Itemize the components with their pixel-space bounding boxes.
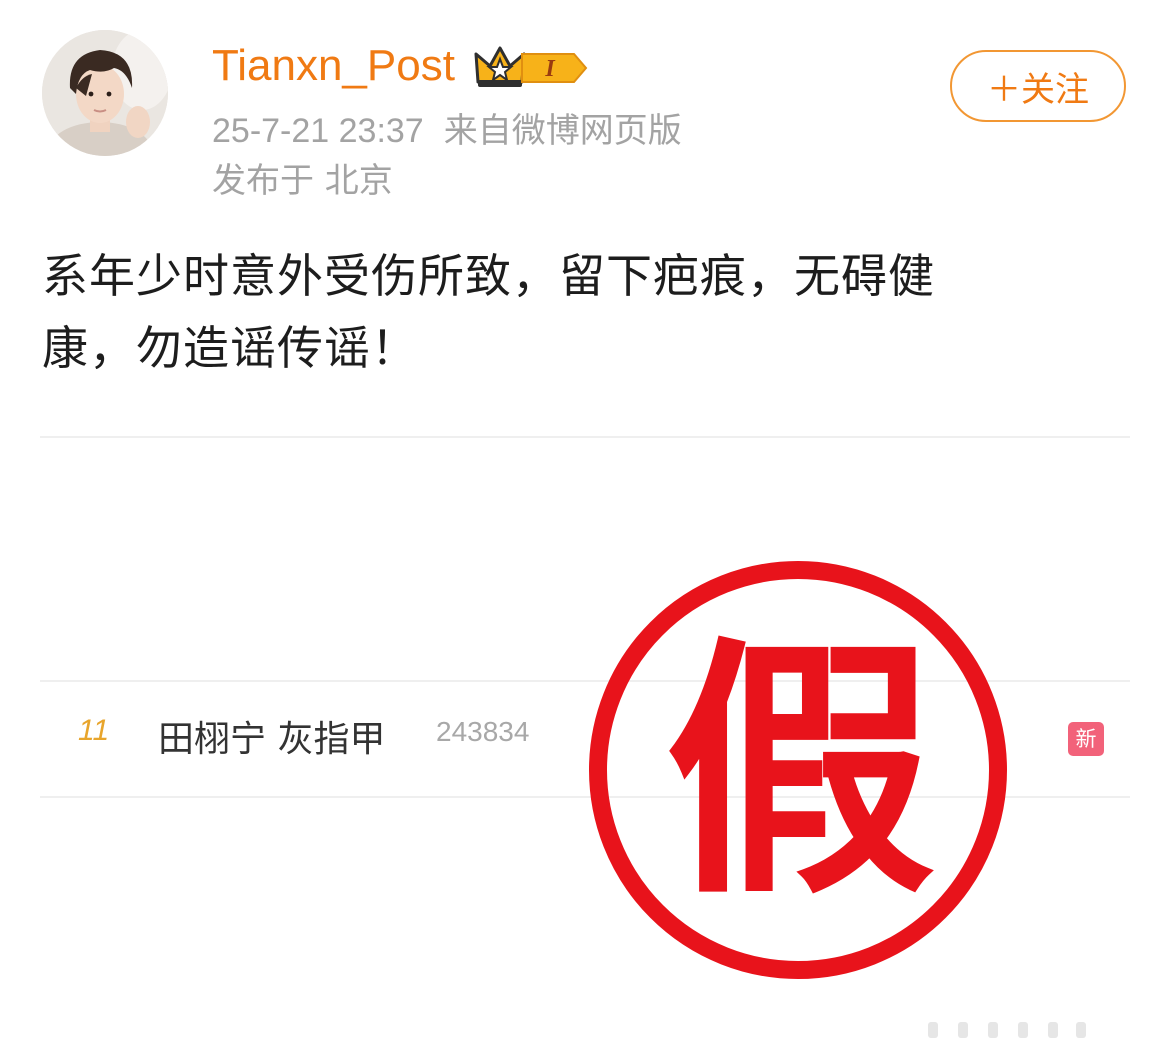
post-text-line: 康，勿造谣传谣！	[42, 321, 418, 375]
post-image[interactable]: 11 田栩宁 灰指甲 243834 新 假	[40, 430, 1130, 1040]
post-timestamp: 25-7-21 23:37	[212, 112, 424, 150]
post-text-line: 系年少时意外受伤所致，留下疤痕，无碍健	[42, 249, 935, 303]
hot-search-heat: 243834	[436, 716, 530, 747]
stamp-character: 假	[665, 615, 935, 930]
hot-search-rank: 11	[78, 714, 110, 747]
crown-icon	[474, 46, 526, 87]
hot-search-topic: 田栩宁 灰指甲	[158, 719, 386, 760]
vip-badge[interactable]: I	[474, 42, 592, 92]
post-source: 来自微博网页版	[443, 111, 682, 151]
follow-button[interactable]: ＋关注	[950, 50, 1126, 122]
post-meta: 25-7-21 23:37 来自微博网页版	[212, 108, 682, 154]
image-divider	[40, 436, 1130, 438]
avatar[interactable]	[42, 30, 168, 156]
post-body: 系年少时意外受伤所致，留下疤痕，无碍健 康，勿造谣传谣！	[42, 240, 1112, 384]
page-indicator-icon	[928, 1022, 1086, 1038]
post-location: 发布于 北京	[212, 161, 393, 201]
vip-level: I	[544, 56, 556, 82]
fake-stamp: 假	[578, 550, 1018, 990]
new-badge: 新	[1068, 722, 1104, 756]
weibo-post: Tianxn_Post I 25-7-21 23:37 来自微博网页版 发布于 北…	[0, 0, 1170, 1040]
avatar-photo-icon	[42, 30, 168, 156]
author-name[interactable]: Tianxn_Post	[212, 38, 455, 94]
